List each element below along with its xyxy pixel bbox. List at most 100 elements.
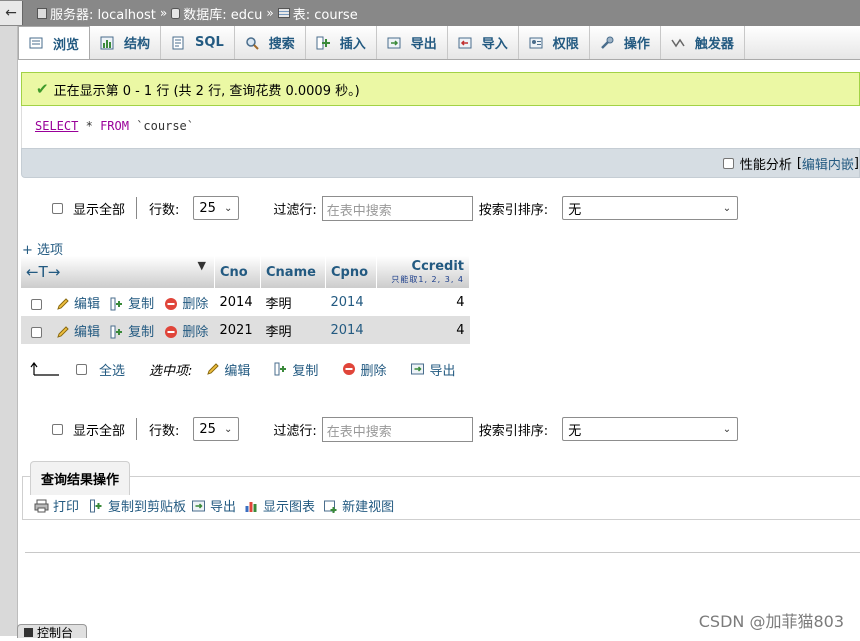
row-checkbox[interactable]	[31, 298, 42, 310]
tab-triggers[interactable]: 触发器	[661, 26, 745, 59]
row-checkbox[interactable]	[31, 326, 42, 338]
bulk-edit-button[interactable]: 编辑	[224, 360, 250, 379]
divider	[136, 418, 138, 440]
rows-label: 行数:	[149, 423, 180, 439]
delete-link[interactable]: 删除	[182, 325, 208, 340]
column-header-cpno[interactable]: Cpno	[325, 256, 377, 288]
copy-link[interactable]: 复制	[128, 325, 154, 340]
create-view-link[interactable]: 新建视图	[342, 496, 394, 515]
profiling-checkbox[interactable]	[722, 158, 734, 169]
triggers-icon	[671, 38, 685, 47]
tab-import[interactable]: 导入	[448, 26, 519, 59]
console-label: 控制台	[37, 626, 74, 640]
export-icon[interactable]	[191, 499, 206, 513]
delete-link[interactable]: 删除	[182, 297, 208, 312]
bulk-delete-button[interactable]: 删除	[360, 360, 386, 379]
edit-link[interactable]: 编辑	[74, 325, 100, 340]
show-all-checkbox[interactable]	[52, 202, 63, 214]
column-header-cno[interactable]: Cno	[214, 256, 261, 288]
tab-structure[interactable]: 结构	[90, 26, 162, 59]
select-all-checkbox[interactable]	[76, 363, 87, 375]
export-icon	[387, 37, 401, 48]
sql-star: *	[85, 119, 93, 133]
cell-cname[interactable]: 李明	[260, 316, 326, 344]
database-icon	[171, 7, 181, 19]
column-arrows-icon[interactable]: ←T→	[26, 263, 60, 281]
tab-export[interactable]: 导出	[377, 26, 448, 59]
column-arrows-header[interactable]: ←T→ ▼	[21, 256, 215, 288]
delete-icon[interactable]	[164, 297, 178, 311]
pencil-icon[interactable]	[206, 362, 220, 376]
checkmark-icon: ✔	[36, 80, 49, 98]
edit-link[interactable]: 编辑	[74, 297, 100, 312]
tab-sql[interactable]: SQL	[161, 26, 235, 59]
column-header-ccredit[interactable]: Ccredit 只能取1, 2, 3, 4	[376, 256, 470, 288]
export-icon[interactable]	[410, 362, 425, 376]
breadcrumb-server[interactable]: 服务器: localhost	[37, 4, 156, 23]
sort-select[interactable]: 无 ⌄	[562, 196, 739, 220]
sql-keyword-select[interactable]: SELECT	[35, 119, 78, 133]
rows-select[interactable]: 25 ⌄	[193, 196, 240, 220]
tab-privileges[interactable]: 权限	[519, 26, 590, 59]
bracket-close: ]	[853, 156, 859, 171]
cell-cpno[interactable]: 2014	[325, 288, 377, 316]
chart-icon[interactable]	[244, 499, 259, 513]
cell-ccredit[interactable]: 4	[376, 288, 470, 316]
show-all-label: 显示全部	[73, 202, 126, 218]
back-arrow-icon[interactable]: ←	[0, 1, 23, 25]
copy-to-clipboard-link[interactable]: 复制到剪贴板	[108, 496, 186, 515]
copy-icon[interactable]	[110, 297, 124, 311]
tab-browse[interactable]: 浏览	[18, 26, 91, 59]
column-header-ccredit-name[interactable]: Ccredit	[382, 260, 464, 273]
tab-bar: 浏览 结构 SQL 搜索 插入 导出 导入 权限 操作 触发器	[18, 26, 860, 60]
filter-input[interactable]: 在表中搜索	[321, 416, 473, 442]
print-link[interactable]: 打印	[53, 496, 79, 515]
sort-triangle-icon[interactable]: ▼	[198, 259, 206, 272]
copy-icon[interactable]	[110, 325, 124, 339]
copy-icon[interactable]	[274, 362, 288, 376]
cell-cname[interactable]: 李明	[260, 288, 326, 316]
breadcrumb-database[interactable]: 数据库: edcu	[171, 4, 262, 23]
cell-cno[interactable]: 2014	[214, 288, 261, 316]
privileges-icon	[529, 37, 543, 48]
cell-ccredit[interactable]: 4	[376, 316, 470, 344]
delete-icon[interactable]	[342, 362, 356, 376]
bulk-copy-button[interactable]: 复制	[292, 360, 318, 379]
breadcrumb-table[interactable]: 表: course	[277, 4, 358, 23]
sort-select[interactable]: 无 ⌄	[562, 417, 739, 441]
with-selected-label: 选中项:	[149, 363, 193, 379]
divider	[136, 197, 138, 219]
arrow-up-left-icon	[30, 362, 59, 376]
column-header-cname[interactable]: Cname	[260, 256, 326, 288]
cell-cno[interactable]: 2021	[214, 316, 261, 344]
tab-insert[interactable]: 插入	[306, 26, 377, 59]
print-icon[interactable]	[34, 499, 49, 513]
sql-toolbar: 性能分析 [编辑内嵌]	[21, 148, 860, 178]
show-chart-link[interactable]: 显示图表	[263, 496, 315, 515]
copy-icon[interactable]	[89, 499, 104, 513]
pencil-icon[interactable]	[56, 325, 70, 339]
left-panel-edge[interactable]	[0, 0, 18, 636]
bulk-export-button[interactable]: 导出	[429, 360, 455, 379]
chevron-down-icon: ⌄	[722, 423, 732, 435]
tab-search[interactable]: 搜索	[235, 26, 306, 59]
rows-select[interactable]: 25 ⌄	[193, 417, 240, 441]
cell-cpno[interactable]: 2014	[325, 316, 377, 344]
pencil-icon[interactable]	[56, 297, 70, 311]
select-all-link[interactable]: 全选	[99, 360, 125, 379]
filter-input[interactable]: 在表中搜索	[321, 195, 473, 221]
rows-label: 行数:	[149, 202, 180, 218]
show-all-label: 显示全部	[73, 423, 126, 439]
edit-inline-link[interactable]: 编辑内嵌	[802, 154, 854, 173]
sql-icon	[172, 36, 184, 49]
sql-query-box[interactable]: SELECT * FROM `course`	[21, 106, 860, 148]
tab-operations[interactable]: 操作	[590, 26, 661, 59]
row-actions: 编辑 复制 删除	[21, 288, 215, 316]
filter-label: 过滤行:	[273, 423, 317, 439]
delete-icon[interactable]	[164, 325, 178, 339]
breadcrumb-separator: »	[266, 6, 274, 20]
show-all-checkbox[interactable]	[52, 423, 63, 435]
export-link[interactable]: 导出	[210, 496, 236, 515]
copy-link[interactable]: 复制	[128, 297, 154, 312]
create-view-icon[interactable]	[323, 499, 338, 513]
